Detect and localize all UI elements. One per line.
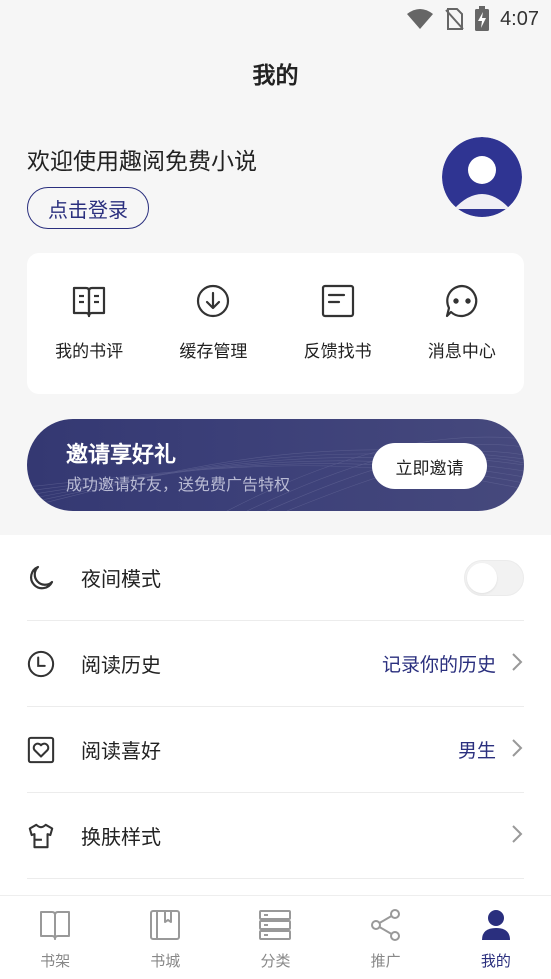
bookstore-icon [148,908,182,946]
setting-night-mode[interactable]: 夜间模式 [27,535,524,621]
tab-label: 我的 [480,952,511,970]
feedback-icon [320,283,356,319]
tab-label: 书城 [150,952,181,970]
setting-reading-history[interactable]: 阅读历史 记录你的历史 [27,621,524,707]
battery-charging-icon [474,6,490,32]
tab-label: 书架 [40,952,71,970]
quick-actions-card: 我的书评 缓存管理 反馈找书 消息中心 [27,253,524,394]
quick-action-label: 反馈找书 [303,342,372,362]
setting-label: 换肤样式 [81,825,161,849]
night-mode-toggle[interactable] [464,559,524,596]
tab-category[interactable]: 分类 [220,908,330,971]
tab-promotion[interactable]: 推广 [331,908,441,971]
tab-bookshelf[interactable]: 书架 [0,908,110,971]
message-icon [444,283,480,319]
setting-value: 男生 [457,740,496,762]
chevron-right-icon [510,651,524,677]
chevron-right-icon [510,737,524,763]
invite-subtitle: 成功邀请好友，送免费广告特权 [66,475,291,494]
wifi-icon [406,8,434,30]
share-icon [369,908,403,946]
setting-label: 夜间模式 [81,567,161,591]
status-bar: 4:07 [0,0,551,38]
invite-title: 邀请享好礼 [66,443,177,468]
invite-banner[interactable]: 邀请享好礼 成功邀请好友，送免费广告特权 立即邀请 [27,419,524,511]
page-title: 我的 [252,63,299,89]
bottom-tab-bar: 书架 书城 分类 推广 我的 [0,895,551,979]
quick-action-cache[interactable]: 缓存管理 [158,283,268,362]
chevron-right-icon [510,823,524,849]
download-icon [195,283,231,319]
tab-label: 分类 [260,952,291,970]
quick-action-messages[interactable]: 消息中心 [407,283,517,362]
status-time: 4:07 [500,7,539,30]
bookshelf-icon [38,908,72,946]
quick-action-feedback[interactable]: 反馈找书 [283,283,393,362]
setting-label: 阅读喜好 [81,739,161,763]
quick-action-label: 缓存管理 [179,342,248,362]
quick-action-label: 我的书评 [55,342,124,362]
book-review-icon [71,283,107,319]
profile-icon [479,908,513,946]
setting-reading-preference[interactable]: 阅读喜好 男生 [27,707,524,793]
invite-now-button[interactable]: 立即邀请 [372,443,487,489]
settings-list: 夜间模式 阅读历史 记录你的历史 阅读喜好 男生 换肤样式 [0,535,551,895]
tab-bookstore[interactable]: 书城 [110,908,220,971]
login-button[interactable]: 点击登录 [27,187,149,229]
quick-action-label: 消息中心 [427,342,496,362]
setting-value: 记录你的历史 [381,654,496,676]
category-icon [258,908,292,946]
welcome-text: 欢迎使用趣阅免费小说 [27,149,257,175]
no-sim-icon [444,7,464,31]
toggle-knob [467,562,497,593]
clock-icon [27,650,55,678]
setting-label: 阅读历史 [81,653,161,677]
setting-skin-style[interactable]: 换肤样式 [27,793,524,879]
moon-icon [27,564,55,592]
tab-profile[interactable]: 我的 [441,908,551,971]
user-avatar-icon[interactable] [442,137,522,217]
tshirt-icon [27,822,55,850]
quick-action-book-review[interactable]: 我的书评 [34,283,144,362]
heart-icon [27,736,55,764]
tab-label: 推广 [370,952,401,970]
